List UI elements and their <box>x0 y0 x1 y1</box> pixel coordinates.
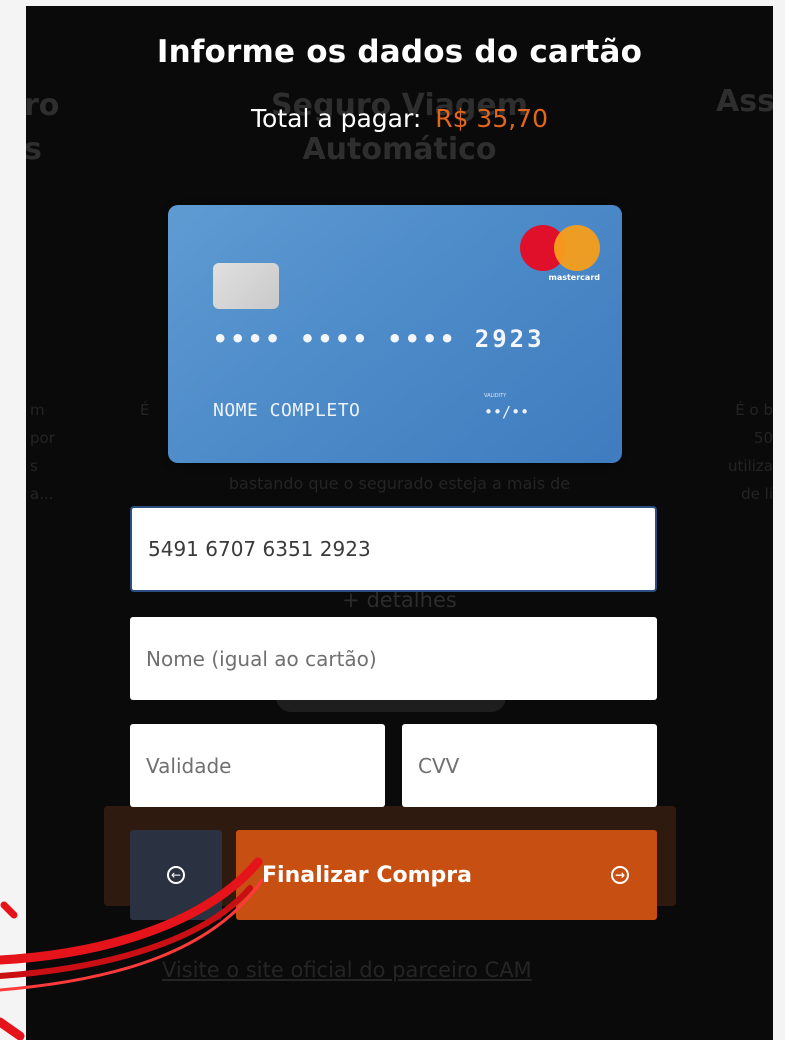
cvv-input[interactable] <box>402 724 657 807</box>
credit-card-preview: mastercard •••• •••• •••• 2923 NOME COMP… <box>168 205 622 463</box>
partner-site-link[interactable]: Visite o site oficial do parceiro CAM <box>162 958 532 982</box>
card-brand-label: mastercard <box>548 273 600 282</box>
checkout-modal-overlay: ro s Seguro Viagem Automático Ass m por … <box>26 6 773 1040</box>
modal-title: Informe os dados do cartão <box>156 34 643 70</box>
finish-purchase-button[interactable]: Finalizar Compra → <box>236 830 657 920</box>
card-chip-icon <box>213 263 279 309</box>
card-preview-number: •••• •••• •••• 2923 <box>213 325 545 353</box>
circle-arrow-left-icon: ← <box>167 866 185 884</box>
bg-center-text-prefix: É <box>140 401 150 419</box>
page-margin-right <box>773 0 785 1040</box>
card-number-input[interactable] <box>130 506 657 592</box>
page-margin-left <box>0 0 26 1040</box>
total-row: Total a pagar: R$ 35,70 <box>26 104 773 133</box>
mastercard-logo-icon: mastercard <box>520 225 600 287</box>
expiry-input[interactable] <box>130 724 385 807</box>
total-label: Total a pagar: <box>251 104 422 133</box>
card-preview-expiry-label: VALIDITY <box>484 393 507 399</box>
back-button[interactable]: ← <box>130 830 222 920</box>
finish-purchase-label: Finalizar Compra <box>262 862 472 888</box>
bg-right-text: É o b 50 utiliza de li <box>728 401 773 503</box>
cardholder-name-input[interactable] <box>130 617 657 700</box>
card-preview-expiry: ••/•• <box>484 403 530 421</box>
total-amount: R$ 35,70 <box>435 104 548 133</box>
card-preview-name: NOME COMPLETO <box>213 400 361 421</box>
circle-arrow-right-icon: → <box>611 866 629 884</box>
bg-center-text: bastando que o segurado esteja a mais de <box>228 474 571 493</box>
